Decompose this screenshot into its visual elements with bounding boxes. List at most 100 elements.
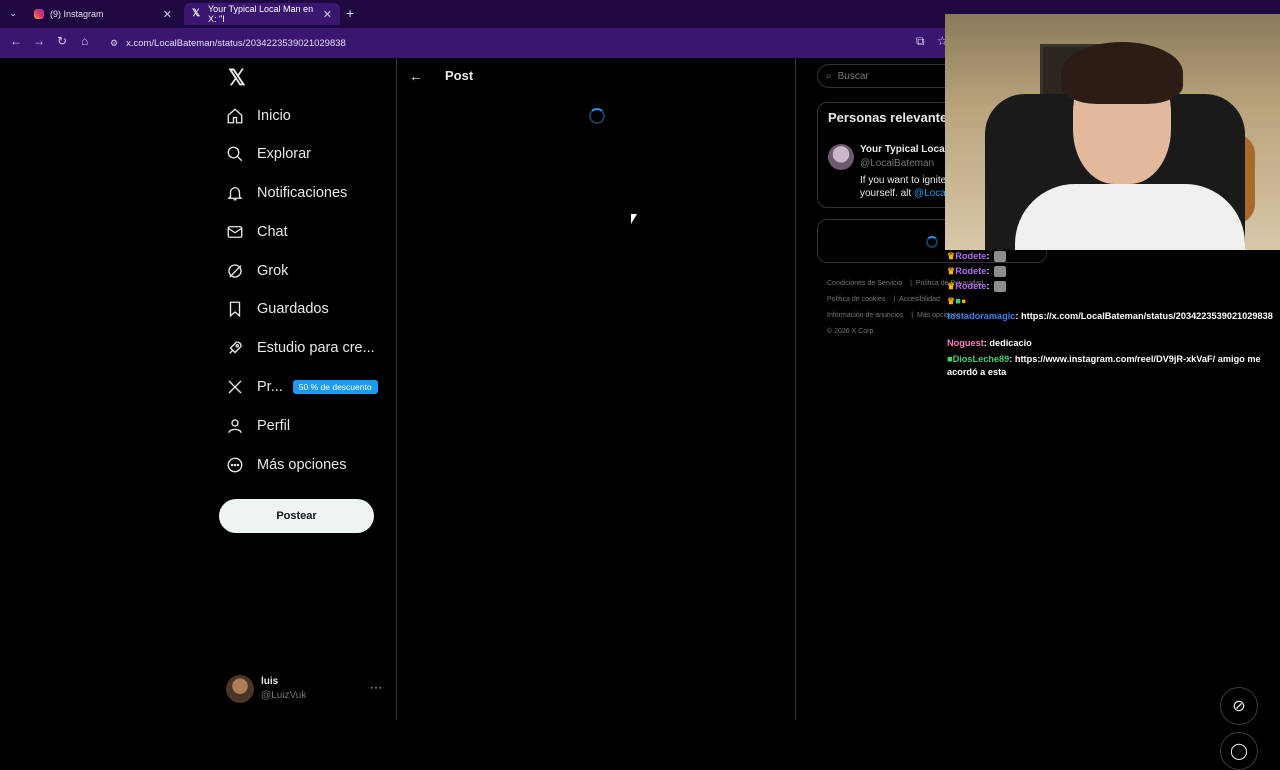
nav-item-label: Chat	[257, 224, 288, 240]
nav-item-mas-opciones[interactable]: Más opciones	[226, 450, 346, 480]
bell-icon	[226, 184, 244, 202]
bio-mention-link[interactable]: @Loca	[914, 188, 946, 199]
post-column: ← Post	[396, 58, 796, 720]
tab-x-post[interactable]: 𝕏 Your Typical Local Man en X: "I ✕	[184, 3, 340, 25]
chat-message: tostadoramagic: https://x.com/LocalBatem…	[947, 311, 1273, 321]
x-logo-icon[interactable]: 𝕏	[228, 66, 254, 90]
tab-title: (9) Instagram	[50, 9, 104, 19]
loading-spinner	[926, 236, 938, 248]
chat-message: ♛■●	[947, 296, 966, 307]
bookmark-icon	[226, 300, 244, 318]
nav-item-premium[interactable]: Pr... 50 % de descuento	[226, 372, 378, 402]
chat-message: ♛Rodete:	[947, 266, 1007, 278]
emote-icon	[994, 281, 1007, 293]
chat-message: ♛Rodete:	[947, 251, 1007, 263]
nav-item-grok[interactable]: Grok	[226, 256, 288, 286]
reload-icon[interactable]: ↻	[57, 34, 67, 48]
crown-badge-icon: ♛	[947, 266, 956, 276]
nav-item-label: Más opciones	[257, 457, 347, 473]
nav-item-chat[interactable]: Chat	[226, 217, 288, 247]
crown-badge-icon: ♛	[947, 251, 956, 261]
search-icon: ⌕	[826, 70, 832, 82]
new-tab-plus-icon[interactable]: +	[346, 5, 354, 21]
bio-text: yourself. alt	[860, 188, 912, 199]
crown-badge-icon: ♛	[947, 296, 956, 306]
footer-link[interactable]: Información de anuncios	[827, 312, 903, 319]
nav-item-label: Pr...	[257, 379, 283, 395]
chat-username: DiosLeche89	[952, 354, 1010, 364]
instagram-icon	[34, 9, 44, 19]
tab-instagram[interactable]: (9) Instagram ✕	[26, 3, 180, 25]
install-app-icon[interactable]: ⧉	[916, 34, 925, 49]
discount-badge: 50 % de descuento	[292, 380, 378, 394]
nav-item-label: Notificaciones	[257, 185, 348, 201]
account-name: luis	[261, 676, 279, 687]
footer-link[interactable]: Accesibilidad	[899, 296, 940, 303]
emote-icon	[994, 251, 1007, 263]
url-text: x.com/LocalBateman/status/20342235390210…	[126, 37, 346, 49]
relevant-user-handle: @LocalBateman	[860, 158, 935, 169]
chat-text: https://x.com/LocalBateman/status/203422…	[1021, 311, 1273, 321]
more-circle-icon	[226, 456, 244, 474]
chat-username: Rodete	[955, 251, 987, 261]
chat-message: Noguest: dedicacio	[947, 338, 1032, 348]
chat-bubble-icon: ◯	[1230, 743, 1248, 760]
nav-item-notificaciones[interactable]: Notificaciones	[226, 178, 347, 208]
nav-item-label: Perfil	[257, 418, 291, 434]
nav-item-perfil[interactable]: Perfil	[226, 411, 290, 441]
post-button[interactable]: Postear	[219, 499, 374, 533]
home-icon[interactable]: ⌂	[81, 34, 88, 48]
mail-icon	[226, 223, 244, 241]
close-tab-icon[interactable]: ✕	[323, 8, 332, 21]
chat-username: tostadoramagic	[947, 311, 1016, 321]
page-title: Post	[445, 68, 474, 83]
chat-floating-button[interactable]: ◯	[1220, 732, 1258, 770]
nav-item-label: Estudio para cre...	[257, 340, 375, 356]
copyright: © 2026 X Corp.	[827, 328, 876, 335]
address-bar[interactable]: ⚙ x.com/LocalBateman/status/203422353902…	[104, 32, 954, 54]
mouse-cursor-icon	[631, 214, 637, 224]
avatar	[226, 675, 254, 703]
x-logo-icon	[226, 378, 244, 396]
stream-chat-overlay: ♛Rodete: ♛Rodete: ♛Rodete: ♛■● tostadora…	[946, 250, 1280, 390]
webcam-hair	[1061, 42, 1183, 104]
more-dots-icon[interactable]: ···	[370, 680, 382, 694]
back-icon[interactable]: ←	[10, 34, 22, 48]
nav-item-label: Guardados	[257, 301, 329, 317]
site-info-icon[interactable]: ⚙	[110, 38, 118, 49]
nav-item-label: Inicio	[257, 108, 291, 124]
forward-icon[interactable]: →	[33, 34, 45, 48]
x-logo-icon: 𝕏	[192, 8, 201, 19]
grok-icon	[226, 262, 244, 280]
footer-link[interactable]: Política de cookies	[827, 296, 885, 303]
relevant-user-name[interactable]: Your Typical Local	[860, 144, 947, 155]
emote-icon	[994, 266, 1007, 278]
search-icon	[226, 145, 244, 163]
tab-list-chevron-icon[interactable]: ⌄	[6, 6, 20, 20]
webcam-shirt	[1015, 184, 1245, 250]
grok-icon: ⊘	[1232, 698, 1246, 715]
nav-item-estudio[interactable]: Estudio para cre...	[226, 333, 375, 363]
nav-item-guardados[interactable]: Guardados	[226, 294, 329, 324]
avatar[interactable]	[828, 144, 854, 170]
rocket-icon	[226, 339, 244, 357]
person-icon	[226, 417, 244, 435]
search-placeholder: Buscar	[837, 70, 869, 82]
left-navigation: 𝕏 Inicio Explorar Notificaciones Chat Gr…	[218, 58, 396, 720]
nav-item-inicio[interactable]: Inicio	[226, 101, 291, 131]
nav-item-explorar[interactable]: Explorar	[226, 139, 311, 169]
crown-badge-icon: ♛	[947, 281, 956, 291]
footer-link[interactable]: Condiciones de Servicio	[827, 280, 902, 287]
back-arrow-icon[interactable]: ←	[409, 68, 423, 84]
account-switcher[interactable]: luis @LuizVuk ···	[226, 674, 396, 706]
bits-badge-icon: ●	[960, 296, 967, 306]
nav-item-label: Explorar	[257, 146, 311, 162]
close-tab-icon[interactable]: ✕	[163, 8, 172, 21]
account-handle: @LuizVuk	[261, 690, 307, 701]
relevant-people-title: Personas relevantes	[828, 110, 955, 125]
loading-spinner	[589, 108, 605, 124]
grok-floating-button[interactable]: ⊘	[1220, 687, 1258, 725]
home-icon	[226, 107, 244, 125]
webcam-overlay	[945, 14, 1280, 250]
chat-text: dedicacio	[989, 338, 1032, 348]
